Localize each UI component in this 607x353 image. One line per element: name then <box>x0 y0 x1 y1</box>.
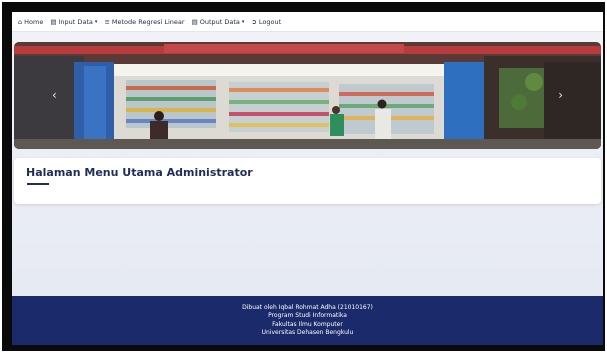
database-icon: ▤ <box>191 17 198 26</box>
nav-home-link[interactable]: ⌂ Home <box>18 18 43 26</box>
nav-metode-regresi-label: Metode Regresi Linear <box>111 17 185 26</box>
carousel-next-button[interactable]: › <box>558 88 563 102</box>
home-icon: ⌂ <box>18 17 23 26</box>
hero-carousel: ‹ › <box>14 42 601 149</box>
browser-viewport: ⌂ Home ▤ Input Data ▾ ≡ Metode Regresi L… <box>12 12 603 345</box>
carousel-prev-button[interactable]: ‹ <box>52 88 57 102</box>
footer-faculty: Fakultas Ilmu Komputer <box>272 320 343 328</box>
database-icon: ▤ <box>50 17 57 26</box>
footer-author: Dibuat oleh Iqbal Rohmat Adha (21010167) <box>242 303 373 311</box>
top-navbar: ⌂ Home ▤ Input Data ▾ ≡ Metode Regresi L… <box>12 12 603 32</box>
storefront-photo <box>14 42 601 149</box>
nav-metode-regresi-link[interactable]: ≡ Metode Regresi Linear <box>104 18 184 26</box>
nav-output-data-dropdown[interactable]: ▤ Output Data ▾ <box>192 18 245 26</box>
page-footer: Dibuat oleh Iqbal Rohmat Adha (21010167)… <box>12 296 603 345</box>
chevron-down-icon: ▾ <box>241 18 245 25</box>
footer-study-program: Program Studi Informatika <box>268 312 347 319</box>
nav-input-data-label: Input Data <box>58 17 93 26</box>
page-title-card: Halaman Menu Utama Administrator <box>14 158 601 204</box>
screenshot-frame: ⌂ Home ▤ Input Data ▾ ≡ Metode Regresi L… <box>2 2 605 351</box>
chart-icon: ≡ <box>104 17 110 26</box>
footer-university: Universitas Dehasen Bengkulu <box>261 329 354 336</box>
chevron-down-icon: ▾ <box>94 18 98 25</box>
logout-icon: ➲ <box>251 17 257 26</box>
nav-logout-link[interactable]: ➲ Logout <box>251 18 281 26</box>
nav-logout-label: Logout <box>258 17 282 26</box>
title-underline <box>27 183 49 185</box>
nav-input-data-dropdown[interactable]: ▤ Input Data ▾ <box>50 18 97 26</box>
nav-output-data-label: Output Data <box>199 17 240 26</box>
nav-home-label: Home <box>24 17 44 26</box>
page-title: Halaman Menu Utama Administrator <box>26 166 253 179</box>
